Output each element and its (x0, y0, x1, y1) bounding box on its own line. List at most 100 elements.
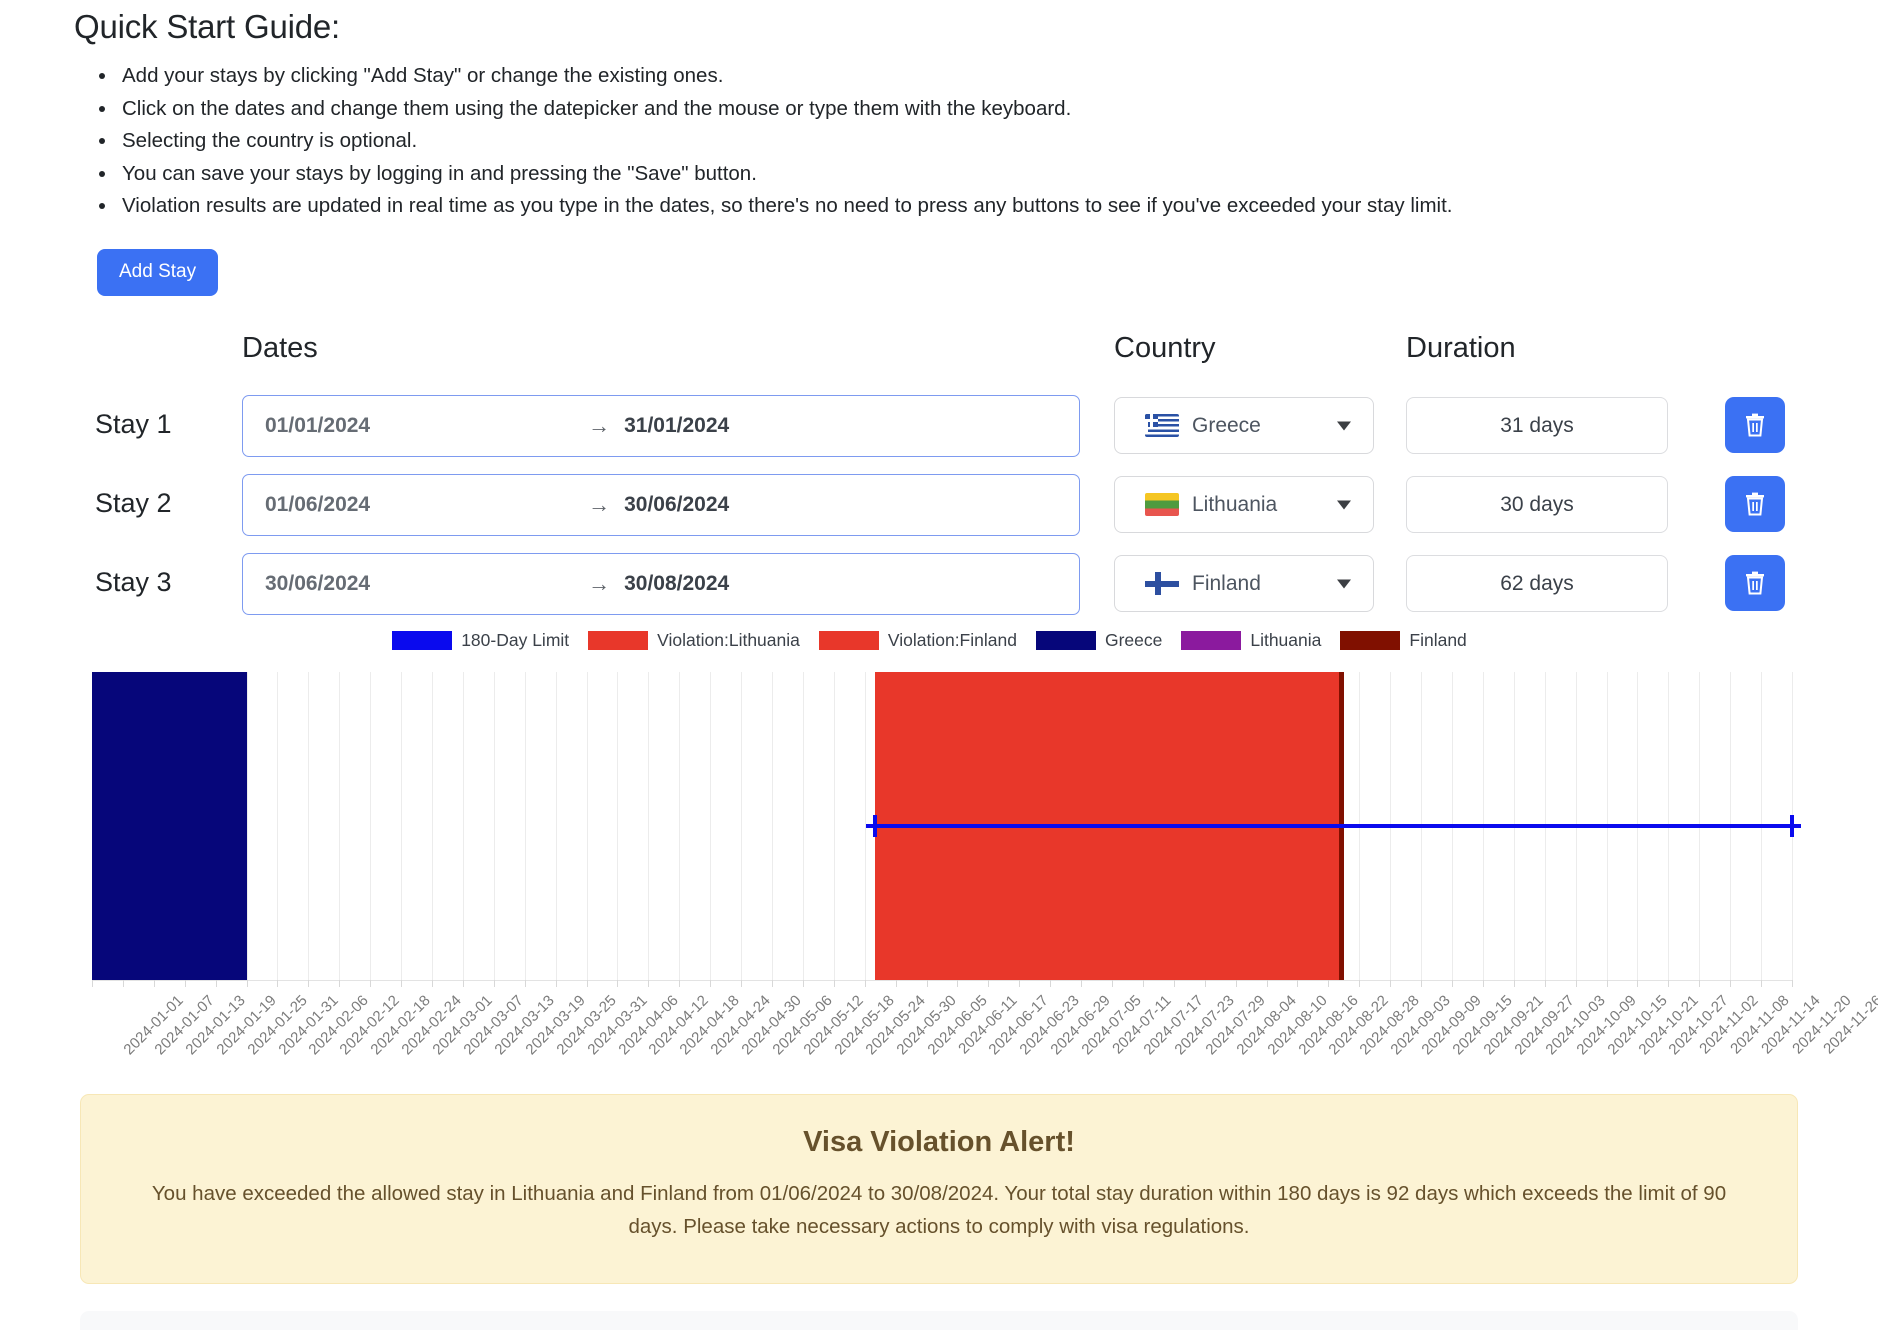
x-tick-mark (1235, 980, 1237, 987)
legend-swatch (1181, 631, 1242, 650)
legend-label: Greece (1104, 630, 1163, 650)
country-select[interactable]: Greece (1114, 397, 1374, 454)
limit-line-marker (1783, 824, 1801, 828)
table-row: Stay 3 30/06/2024 → 30/08/2024 Finland 6… (0, 553, 1878, 632)
x-tick-mark (1081, 980, 1083, 987)
trash-icon (1746, 413, 1764, 437)
gridline (493, 672, 495, 980)
end-date-value[interactable]: 30/08/2024 (624, 572, 729, 596)
add-stay-button[interactable]: Add Stay (97, 249, 219, 296)
country-select[interactable]: Lithuania (1114, 476, 1374, 533)
limit-line-marker (866, 824, 885, 828)
x-tick-mark (1792, 980, 1793, 987)
x-tick-mark (401, 980, 403, 987)
x-tick-mark (1699, 980, 1701, 987)
x-tick-mark (462, 980, 464, 987)
delete-stay-button[interactable] (1725, 397, 1785, 453)
start-date-value[interactable]: 30/06/2024 (265, 572, 370, 596)
x-tick-mark (1575, 980, 1577, 987)
gridline (462, 672, 464, 980)
gridline (617, 672, 619, 980)
x-tick-mark (153, 980, 155, 987)
stay-timeline-chart: 180-Day Limit Violation:Lithuania Violatio… (0, 630, 1878, 1070)
gridline (524, 672, 526, 980)
x-tick-mark (1112, 980, 1113, 987)
table-row: Stay 2 01/06/2024 → 30/06/2024 Lithuania… (0, 474, 1878, 553)
start-date-value[interactable]: 01/06/2024 (265, 493, 370, 517)
greece-flag-icon (1145, 414, 1179, 437)
chart-plot-area (92, 672, 1801, 980)
legend-item[interactable]: Violation:Lithuania (588, 630, 800, 651)
x-tick-mark (1761, 980, 1763, 987)
legend-item[interactable]: Violation:Finland (818, 630, 1017, 651)
country-select[interactable]: Finland (1114, 555, 1374, 612)
legend-item[interactable]: 180-Day Limit (392, 630, 569, 651)
chevron-down-icon (1337, 421, 1351, 430)
x-tick-mark (833, 980, 835, 987)
lithuania-flag-icon (1145, 493, 1179, 516)
x-tick-mark (215, 980, 217, 987)
gridline (710, 672, 712, 980)
legend-label: Violation:Finland (887, 630, 1017, 650)
x-tick-mark (1421, 980, 1423, 987)
x-tick-mark (741, 980, 743, 987)
x-tick-mark (895, 980, 897, 987)
list-item: Add your stays by clicking "Add Stay" or… (118, 60, 1452, 93)
column-header-duration: Duration (1406, 332, 1516, 364)
stay-row-label: Stay 1 (95, 409, 172, 439)
legend-swatch (818, 631, 879, 650)
x-tick-mark (92, 980, 93, 987)
gridline (741, 672, 743, 980)
alert-title: Visa Violation Alert! (803, 1126, 1075, 1158)
delete-stay-button[interactable] (1725, 476, 1785, 532)
x-tick-mark (679, 980, 681, 987)
x-tick-mark (339, 980, 341, 987)
country-select-value: Greece (1192, 413, 1261, 437)
x-tick-mark (1668, 980, 1670, 987)
legend-swatch (1035, 631, 1096, 650)
alert-message: You have exceeded the allowed stay in Li… (151, 1182, 1727, 1238)
x-tick-mark (586, 980, 588, 987)
x-tick-mark (1019, 980, 1021, 987)
delete-stay-button[interactable] (1725, 555, 1785, 611)
table-row: Stay 1 01/01/2024 → 31/01/2024 Greece 31… (0, 395, 1878, 474)
gridline (586, 672, 588, 980)
gridline (833, 672, 835, 980)
date-range-input[interactable]: 01/06/2024 → 30/06/2024 (242, 474, 1080, 536)
legend-item[interactable]: Lithuania (1181, 630, 1321, 651)
x-tick-mark (246, 980, 248, 987)
x-tick-mark (432, 980, 433, 987)
duration-value: 30 days (1406, 476, 1668, 533)
gridline (679, 672, 681, 980)
x-tick-mark (926, 980, 928, 987)
legend-item[interactable]: Finland (1340, 630, 1467, 651)
legend-swatch (392, 631, 453, 650)
x-tick-mark (370, 980, 372, 987)
x-tick-mark (1297, 980, 1299, 987)
arrow-right-icon: → (588, 413, 611, 438)
x-tick-mark (1142, 980, 1144, 987)
chart-bar[interactable] (92, 672, 247, 980)
legend-swatch (588, 631, 649, 650)
date-range-input[interactable]: 01/01/2024 → 31/01/2024 (242, 395, 1080, 457)
date-range-input[interactable]: 30/06/2024 → 30/08/2024 (242, 553, 1080, 615)
x-tick-mark (555, 980, 557, 987)
legend-item[interactable]: Greece (1035, 630, 1163, 651)
end-date-value[interactable]: 30/06/2024 (624, 493, 729, 517)
x-tick-mark (1544, 980, 1546, 987)
gridline (555, 672, 557, 980)
x-tick-mark (524, 980, 526, 987)
finland-flag-icon (1145, 572, 1179, 595)
x-tick-mark (277, 980, 279, 987)
x-tick-mark (122, 980, 124, 987)
start-date-value[interactable]: 01/01/2024 (265, 414, 370, 438)
x-tick-mark (864, 980, 866, 987)
calculator-section: Calculate Your Schengen Stay Limit (80, 1311, 1798, 1330)
x-tick-mark (1452, 980, 1453, 987)
page-root: Quick Start Guide: Add your stays by cli… (0, 0, 1878, 1330)
x-tick-mark (1730, 980, 1732, 987)
end-date-value[interactable]: 31/01/2024 (624, 414, 729, 438)
country-select-value: Lithuania (1192, 492, 1278, 516)
limit-line (875, 824, 1792, 828)
x-tick-mark (802, 980, 804, 987)
